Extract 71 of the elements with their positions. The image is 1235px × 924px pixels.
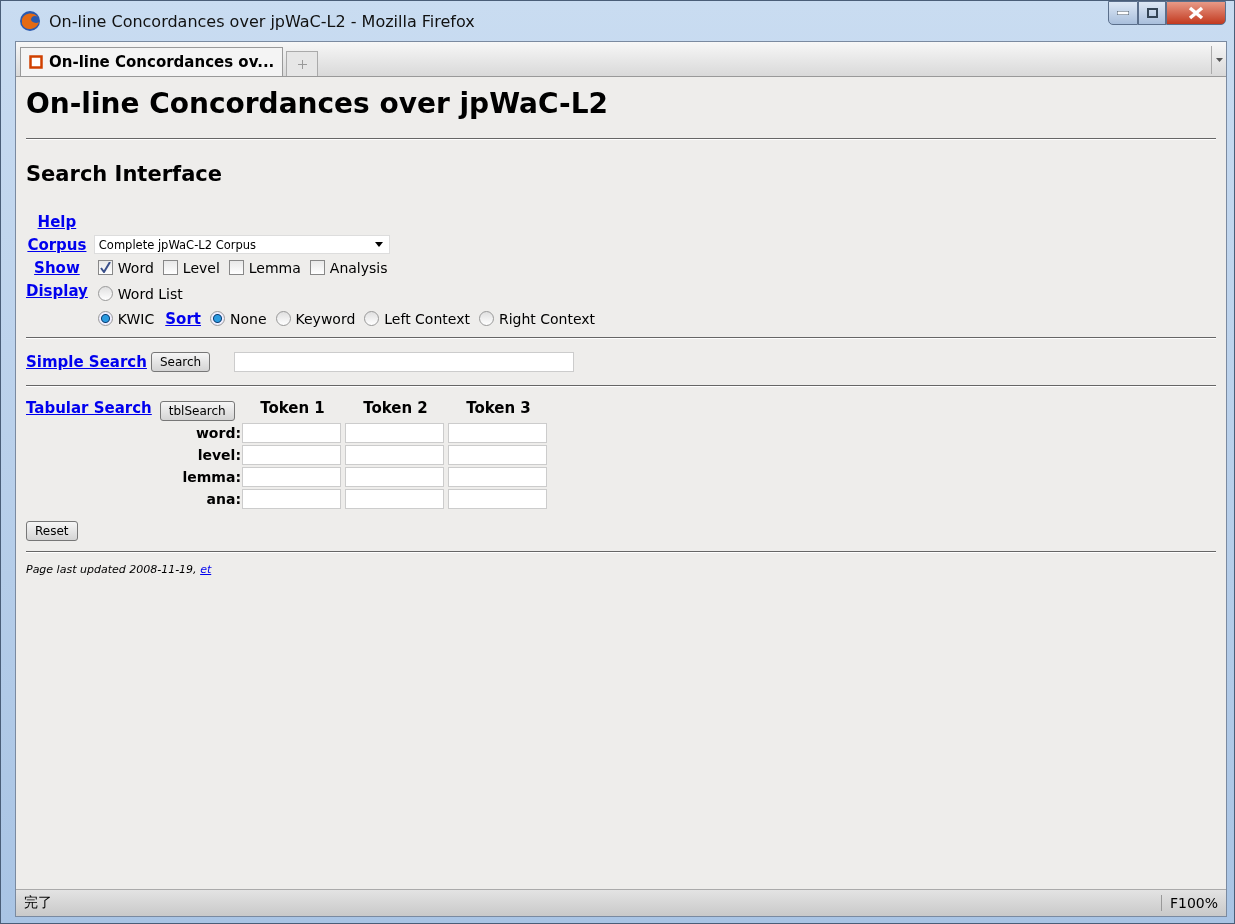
column-heading: Token 2 xyxy=(362,399,429,419)
search-field[interactable] xyxy=(234,352,575,372)
token-field[interactable] xyxy=(242,445,341,465)
token-field[interactable] xyxy=(345,445,444,465)
checkbox-label: Word xyxy=(117,259,154,276)
radio-label: KWIC xyxy=(117,310,155,327)
page-icon xyxy=(29,55,43,69)
checkbox[interactable] xyxy=(162,260,178,275)
tabular-search-link[interactable]: Tabular Search xyxy=(26,399,152,417)
checkbox-label: Lemma xyxy=(248,259,301,276)
simple-search-link[interactable]: Simple Search xyxy=(26,353,147,371)
radio-label: Word List xyxy=(117,285,183,302)
radio-button[interactable] xyxy=(364,311,380,326)
radio-button[interactable] xyxy=(97,286,113,301)
radio-label: Keyword xyxy=(295,310,356,327)
token-field[interactable] xyxy=(345,467,444,487)
maximize-icon xyxy=(1146,8,1158,18)
token-field[interactable] xyxy=(448,445,547,465)
close-button[interactable] xyxy=(1166,1,1226,25)
page-heading: On-line Concordances over jpWaC-L2 xyxy=(26,87,610,120)
new-tab-button[interactable] xyxy=(286,51,319,76)
checkbox[interactable] xyxy=(309,260,325,275)
row-label: ana: xyxy=(205,491,241,507)
sort-link[interactable]: Sort xyxy=(165,309,201,328)
corpus-link[interactable]: Corpus xyxy=(27,236,87,254)
section-heading: Search Interface xyxy=(26,162,223,186)
search-button[interactable]: Search xyxy=(150,352,211,372)
radio-button[interactable] xyxy=(478,311,494,326)
help-link[interactable]: Help xyxy=(37,213,77,231)
display-link[interactable]: Display xyxy=(26,282,88,300)
tab-list-button[interactable] xyxy=(1211,46,1226,74)
minimize-icon xyxy=(1117,11,1129,15)
token-field[interactable] xyxy=(242,489,341,509)
show-link[interactable]: Show xyxy=(34,259,80,277)
close-icon xyxy=(1188,6,1204,20)
radio-label: Right Context xyxy=(498,310,596,327)
column-heading: Token 1 xyxy=(259,399,326,419)
radio-label: None xyxy=(229,310,267,327)
token-field[interactable] xyxy=(345,423,444,443)
minimize-button[interactable] xyxy=(1108,1,1138,25)
radio-label: Left Context xyxy=(384,310,470,327)
row-label: lemma: xyxy=(181,469,241,485)
token-field[interactable] xyxy=(448,423,547,443)
corpus-dropdown[interactable]: Complete jpWaC-L2 Corpus xyxy=(93,235,390,254)
row-label: level: xyxy=(196,447,241,463)
radio-button[interactable] xyxy=(97,311,113,326)
token-field[interactable] xyxy=(448,467,547,487)
checkbox[interactable] xyxy=(97,260,113,275)
radio-button[interactable] xyxy=(209,311,225,326)
token-field[interactable] xyxy=(448,489,547,509)
footer-link[interactable]: et xyxy=(200,563,212,576)
browser-tab[interactable]: On-line Concordances ov... xyxy=(20,47,284,76)
reset-button[interactable]: Reset xyxy=(26,521,78,541)
maximize-button[interactable] xyxy=(1138,1,1166,25)
checkbox[interactable] xyxy=(228,260,244,275)
radio-button[interactable] xyxy=(275,311,291,326)
caret-icon xyxy=(374,242,383,247)
column-heading: Token 3 xyxy=(465,399,532,419)
token-field[interactable] xyxy=(345,489,444,509)
row-label: word: xyxy=(194,425,241,441)
checkbox-label: Level xyxy=(182,259,220,276)
window-title: On-line Concordances over jpWaC-L2 - Mozilla Firefox xyxy=(49,11,476,31)
token-field[interactable] xyxy=(242,423,341,443)
status-text: 完了 xyxy=(23,894,53,912)
token-field[interactable] xyxy=(242,467,341,487)
tblsearch-button[interactable]: tblSearch xyxy=(159,401,235,421)
zoom-level: F100% xyxy=(1160,895,1226,911)
caret-icon xyxy=(1215,58,1223,62)
checkbox-label: Analysis xyxy=(329,259,388,276)
footer-text: Page last updated 2008-11-19, xyxy=(26,563,197,576)
plus-icon xyxy=(297,59,307,69)
